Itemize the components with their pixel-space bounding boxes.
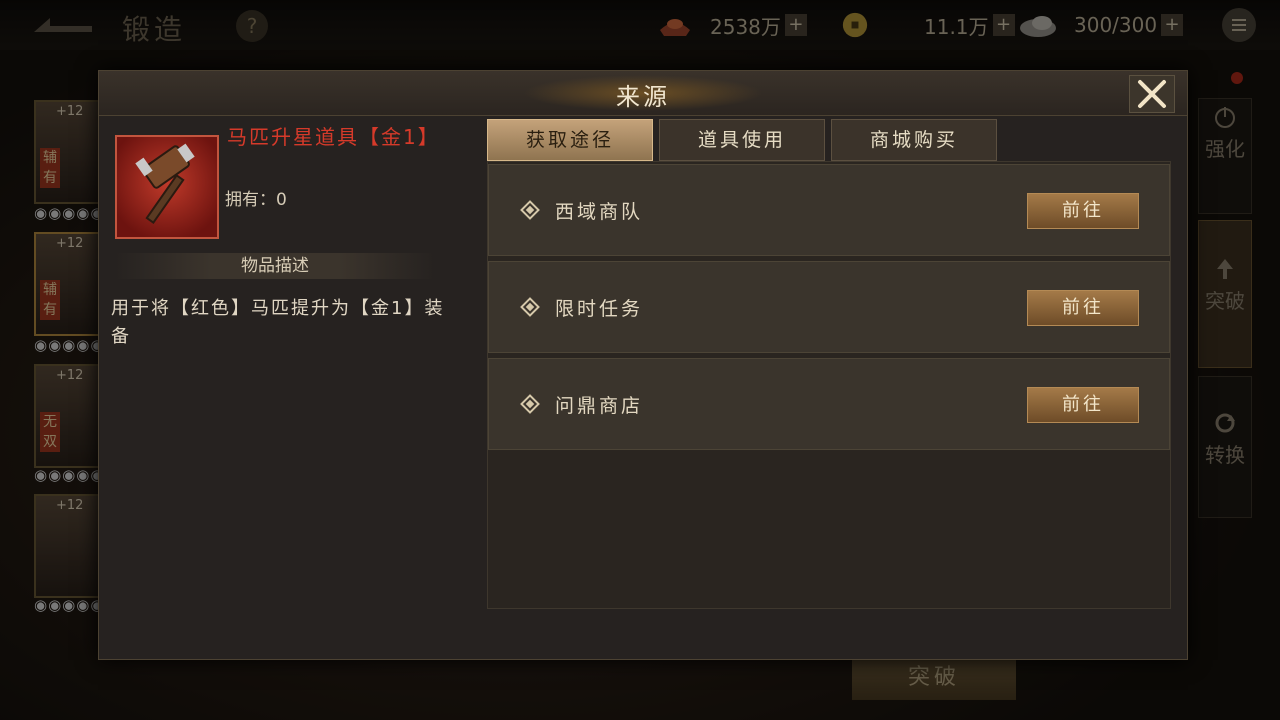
diamond-icon xyxy=(520,394,540,414)
source-label: 限时任务 xyxy=(555,298,644,320)
source-list: 西域商队 前往 限时任务 前往 问鼎商店 前往 xyxy=(487,161,1171,609)
tab-mall-purchase[interactable]: 商城购买 xyxy=(831,119,997,161)
item-name: 马匹升星道具【金1】 xyxy=(227,125,440,149)
diamond-icon xyxy=(520,297,540,317)
source-label: 问鼎商店 xyxy=(555,395,644,417)
close-icon[interactable] xyxy=(1129,75,1175,113)
hammer-icon xyxy=(135,143,195,224)
dialog-header: 来源 xyxy=(99,71,1187,116)
go-button[interactable]: 前往 xyxy=(1027,387,1139,423)
list-item: 限时任务 前往 xyxy=(488,261,1170,353)
diamond-icon xyxy=(520,200,540,220)
tab-obtain-methods[interactable]: 获取途径 xyxy=(487,119,653,161)
go-button[interactable]: 前往 xyxy=(1027,193,1139,229)
dialog-title: 来源 xyxy=(616,83,670,111)
item-icon xyxy=(115,135,219,239)
tab-item-usage[interactable]: 道具使用 xyxy=(659,119,825,161)
item-owned-count: 拥有：0 xyxy=(225,190,287,210)
item-description: 用于将【红色】马匹提升为【金1】装备 xyxy=(111,298,445,347)
list-item: 西域商队 前往 xyxy=(488,164,1170,256)
description-header: 物品描述 xyxy=(115,253,435,279)
list-item: 问鼎商店 前往 xyxy=(488,358,1170,450)
go-button[interactable]: 前往 xyxy=(1027,290,1139,326)
source-label: 西域商队 xyxy=(555,201,644,223)
source-dialog: 来源 马匹升星道具【金1】 拥有：0 物品描述 用于将【红色】马匹提升为【金1】… xyxy=(98,70,1188,660)
